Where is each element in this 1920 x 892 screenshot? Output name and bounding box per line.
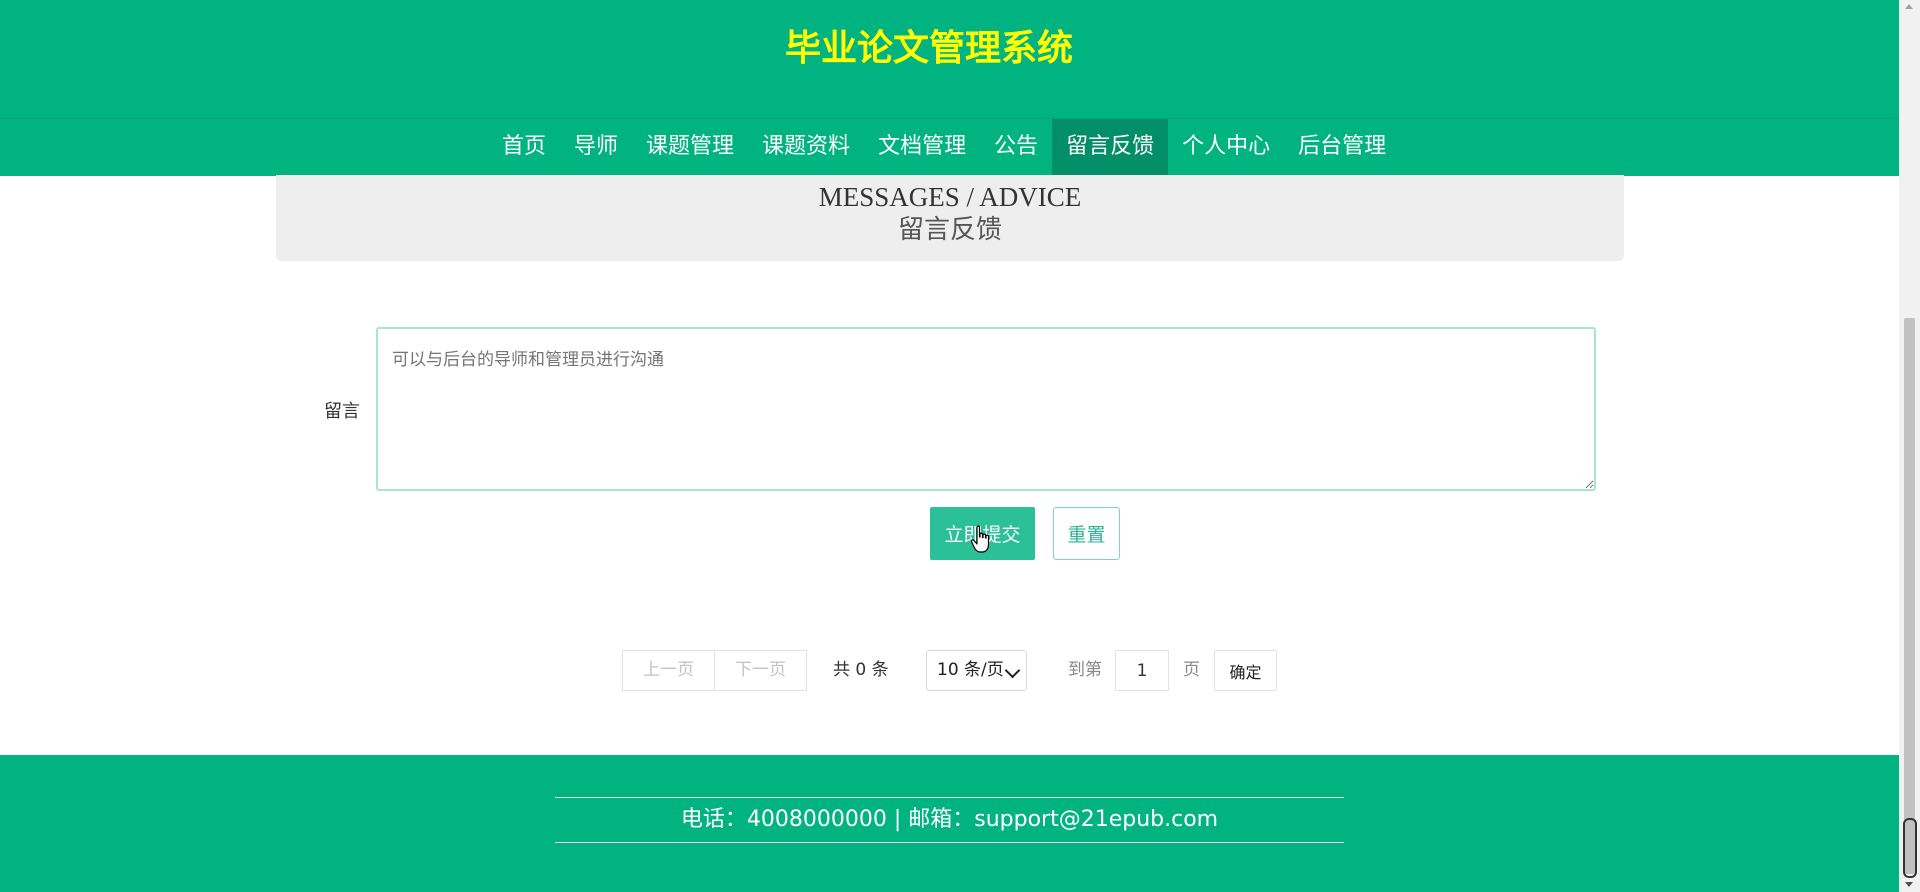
page-size-value: 10 条/页 — [937, 660, 1004, 680]
chevron-down-icon — [1004, 662, 1021, 679]
confirm-page-button[interactable]: 确定 — [1214, 650, 1277, 691]
nav-item-admin[interactable]: 后台管理 — [1284, 119, 1400, 176]
scroll-down-arrow-icon[interactable] — [1905, 882, 1913, 887]
nav-item-document-management[interactable]: 文档管理 — [864, 119, 980, 176]
page-unit-label: 页 — [1183, 660, 1200, 680]
nav-item-personal-center[interactable]: 个人中心 — [1168, 119, 1284, 176]
banner-title-cn: 留言反馈 — [897, 215, 1002, 245]
vertical-scrollbar[interactable] — [1899, 0, 1920, 892]
page-size-select[interactable]: 10 条/页 — [926, 650, 1027, 691]
footer-contact: 电话：4008000000 | 邮箱：support@21epub.com — [680, 807, 1219, 832]
goto-label: 到第 — [1068, 660, 1102, 680]
next-page-button[interactable]: 下一页 — [714, 650, 807, 691]
banner-title-en: MESSAGES / ADVICE — [818, 182, 1082, 212]
site-title: 毕业论文管理系统 — [784, 28, 1073, 69]
nav-item-tutors[interactable]: 导师 — [560, 119, 632, 176]
nav-item-announcements[interactable]: 公告 — [980, 119, 1052, 176]
message-textarea[interactable] — [376, 327, 1596, 491]
nav-item-topic-management[interactable]: 课题管理 — [632, 119, 748, 176]
prev-page-button[interactable]: 上一页 — [622, 650, 715, 691]
page: 毕业论文管理系统 首页 导师 课题管理 课题资料 文档管理 公告 留言反馈 个人… — [0, 0, 1899, 892]
nav-item-home[interactable]: 首页 — [488, 119, 560, 176]
footer-divider-top — [555, 797, 1344, 798]
reset-button[interactable]: 重置 — [1053, 507, 1120, 560]
resize-grip-icon[interactable] — [1903, 818, 1917, 878]
message-label: 留言 — [324, 401, 360, 422]
header: 毕业论文管理系统 — [0, 0, 1899, 118]
footer-divider-bottom — [555, 842, 1344, 843]
nav-item-feedback[interactable]: 留言反馈 — [1052, 119, 1169, 176]
page-number-input[interactable] — [1115, 650, 1169, 691]
total-count: 共 0 条 — [833, 660, 889, 680]
scroll-up-arrow-icon[interactable] — [1905, 4, 1913, 9]
nav-item-topic-materials[interactable]: 课题资料 — [748, 119, 864, 176]
scrollbar-thumb[interactable] — [1904, 318, 1915, 874]
section-banner: MESSAGES / ADVICE 留言反馈 — [276, 175, 1624, 261]
hand-cursor-icon — [970, 525, 990, 553]
main-nav: 首页 导师 课题管理 课题资料 文档管理 公告 留言反馈 个人中心 后台管理 — [0, 118, 1899, 176]
